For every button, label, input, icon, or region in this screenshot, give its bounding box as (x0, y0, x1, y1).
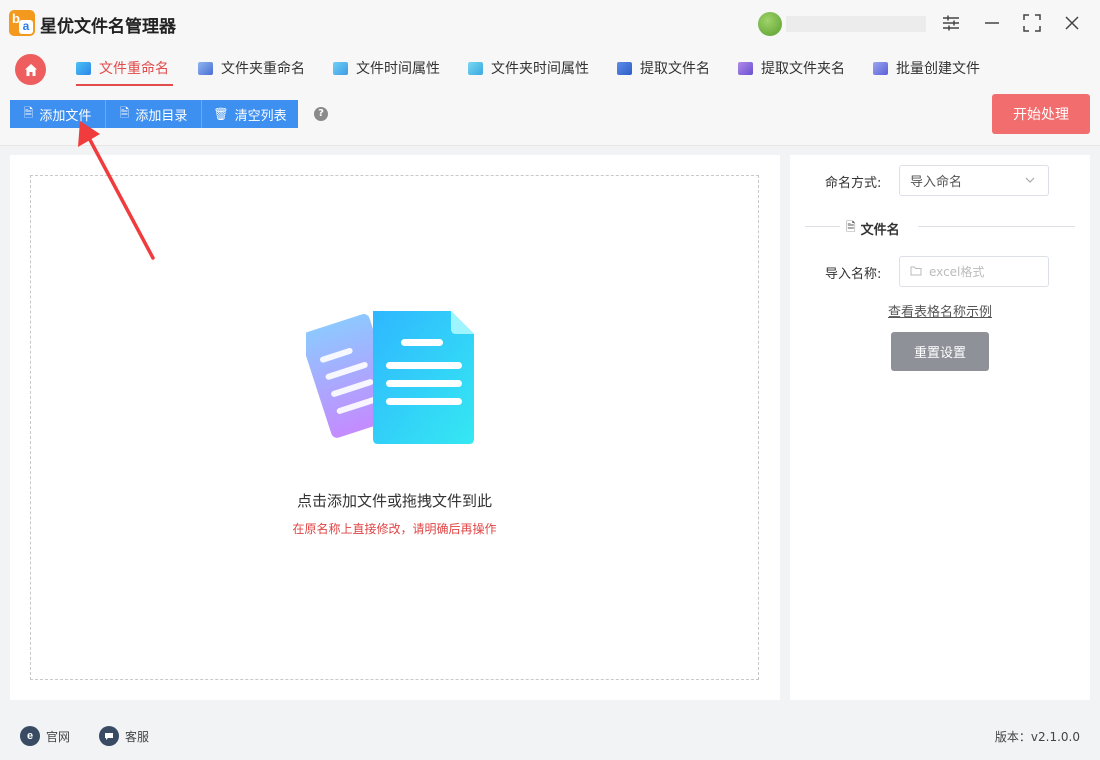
file-list-panel: 点击添加文件或拖拽文件到此 在原名称上直接修改，请明确后再操作 (10, 155, 780, 700)
tabs-bar: 文件重命名 文件夹重命名 文件时间属性 文件夹时间属性 提取文件名 提取文件夹名… (0, 46, 1100, 90)
tab-label: 提取文件名 (640, 61, 710, 77)
import-name-label: 导入名称: (825, 267, 882, 282)
tab-label: 提取文件夹名 (761, 61, 845, 77)
extract-filename-icon (617, 61, 632, 75)
start-processing-button[interactable]: 开始处理 (992, 94, 1090, 134)
view-example-link[interactable]: 查看表格名称示例 (790, 301, 1090, 320)
chevron-down-icon (1024, 174, 1036, 189)
trash-icon: 🗑 (213, 107, 229, 121)
settings-panel: 命名方式: 导入命名 🗎 文件名 导入名称: excel格式 查看表格名称示例 … (790, 155, 1090, 700)
clear-list-button[interactable]: 🗑 清空列表 (202, 100, 298, 128)
support-link[interactable]: 客服 (99, 726, 149, 746)
section-title: 🗎 文件名 (846, 218, 900, 239)
section-title-text: 文件名 (860, 223, 900, 238)
view-example-label: 查看表格名称示例 (887, 305, 992, 320)
user-name-redacted (786, 16, 926, 32)
support-label: 客服 (125, 729, 150, 744)
app-logo-icon: ba (9, 10, 35, 36)
add-file-button[interactable]: 🗎 添加文件 (10, 100, 106, 128)
extract-foldername-icon (738, 61, 753, 75)
tab-label: 文件时间属性 (356, 61, 440, 77)
maximize-icon[interactable] (1021, 12, 1043, 34)
tab-label: 文件夹时间属性 (491, 61, 589, 77)
file-time-icon (333, 61, 348, 75)
naming-method-value: 导入命名 (910, 175, 963, 190)
drop-warning: 在原名称上直接修改，请明确后再操作 (292, 522, 497, 536)
avatar[interactable] (758, 12, 782, 36)
divider (805, 226, 840, 227)
file-rename-icon (76, 61, 91, 75)
folder-rename-icon (198, 61, 213, 75)
file-icon: 🗎 (119, 105, 130, 120)
website-link[interactable]: e 官网 (20, 726, 70, 746)
website-label: 官网 (46, 729, 71, 744)
drop-zone[interactable]: 点击添加文件或拖拽文件到此 在原名称上直接修改，请明确后再操作 (30, 175, 759, 680)
tab-extract-foldername[interactable]: 提取文件夹名 (738, 55, 845, 81)
folder-icon (910, 265, 922, 279)
batch-create-icon (873, 61, 888, 75)
import-name-field[interactable]: excel格式 (899, 256, 1049, 287)
add-directory-button[interactable]: 🗎 添加目录 (106, 100, 202, 128)
settings-sliders-icon[interactable] (940, 12, 962, 34)
file-icon: 🗎 (23, 105, 34, 120)
tab-extract-filename[interactable]: 提取文件名 (617, 55, 710, 81)
folder-time-icon (468, 61, 483, 75)
tab-label: 批量创建文件 (896, 61, 980, 77)
tab-label: 文件重命名 (99, 61, 169, 77)
add-directory-label: 添加目录 (135, 108, 188, 124)
add-file-label: 添加文件 (39, 108, 92, 124)
tab-batch-create[interactable]: 批量创建文件 (873, 55, 980, 81)
home-icon (24, 63, 37, 76)
naming-method-select[interactable]: 导入命名 (899, 165, 1049, 196)
title-bar: ba 星优文件名管理器 (0, 0, 1100, 46)
status-bar: e 官网 客服 版本：v2.1.0.0 (0, 712, 1100, 760)
file-icon: 🗎 (846, 220, 856, 234)
tab-file-rename[interactable]: 文件重命名 (76, 55, 173, 86)
tab-label: 文件夹重命名 (221, 61, 305, 77)
documents-illustration-icon (306, 311, 474, 444)
tab-folder-rename[interactable]: 文件夹重命名 (198, 55, 305, 81)
browser-icon: e (20, 726, 40, 746)
drop-hint: 点击添加文件或拖拽文件到此 (296, 492, 492, 510)
close-icon[interactable] (1061, 12, 1083, 34)
home-button[interactable] (15, 54, 46, 85)
help-icon[interactable]: ? (314, 107, 328, 121)
import-name-placeholder: excel格式 (929, 265, 985, 279)
minimize-icon[interactable] (981, 12, 1003, 34)
version-text: 版本：v2.1.0.0 (994, 730, 1080, 744)
divider (918, 226, 1075, 227)
naming-method-label: 命名方式: (825, 176, 882, 191)
chat-icon (99, 726, 119, 746)
clear-list-label: 清空列表 (234, 108, 287, 124)
tab-file-time[interactable]: 文件时间属性 (333, 55, 440, 81)
app-title: 星优文件名管理器 (40, 17, 176, 37)
reset-settings-button[interactable]: 重置设置 (891, 332, 989, 371)
tab-folder-time[interactable]: 文件夹时间属性 (468, 55, 589, 81)
